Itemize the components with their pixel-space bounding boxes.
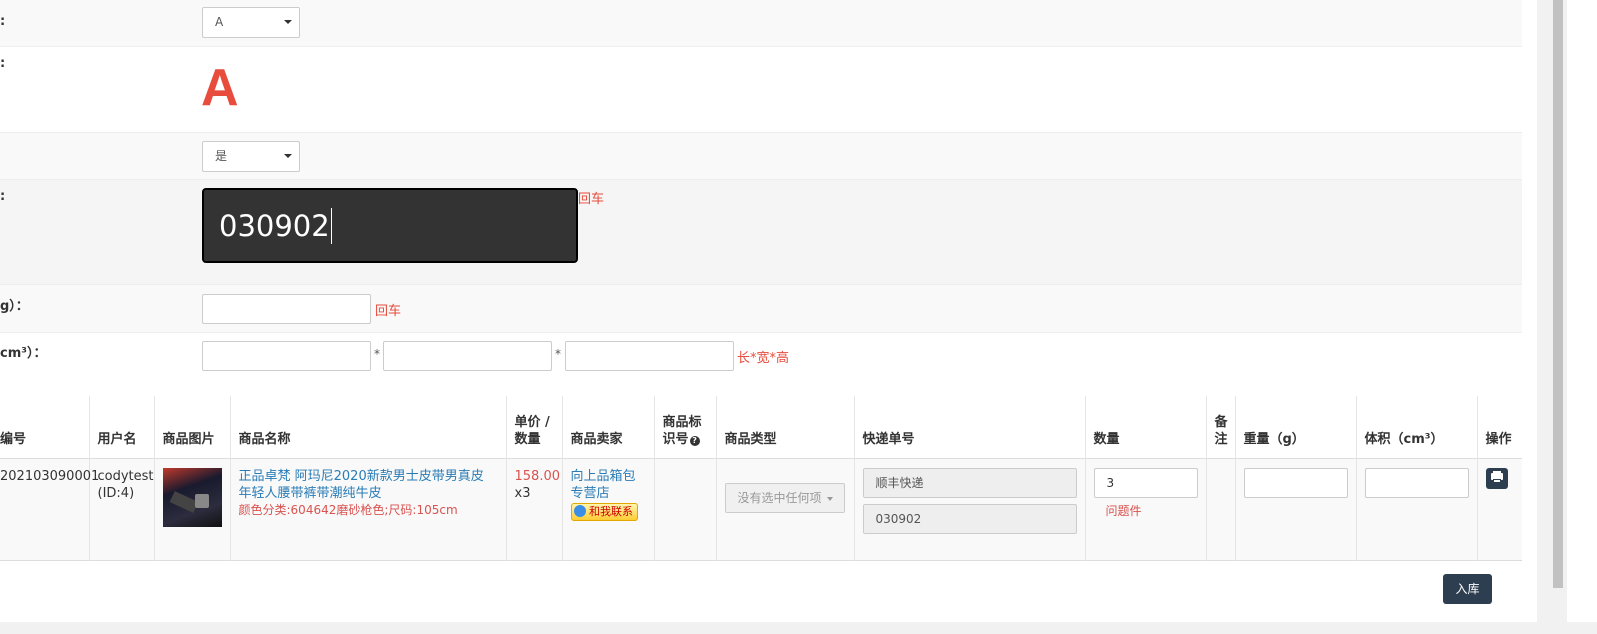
user-id: (ID:4): [97, 486, 135, 501]
price-cell: 158.00 x3: [506, 458, 563, 561]
row4-label: :: [0, 189, 6, 204]
col-count: 数量: [1085, 396, 1207, 459]
times-sign: *: [555, 347, 561, 361]
product-type-placeholder: 没有选中任何项: [737, 491, 822, 505]
order-no-cell: 202103090001: [0, 458, 99, 561]
caret-down-icon: [826, 497, 833, 501]
quantity: x3: [514, 486, 531, 501]
weight-enter-hint: 回车: [375, 304, 402, 319]
user-cell: codytest (ID:4): [89, 458, 155, 561]
col-product-type: 商品类型: [716, 396, 855, 459]
contact-seller-label: 和我联系: [589, 505, 633, 518]
product-spec: 颜色分类:604642磨砂枪色;尺码:105cm: [238, 503, 458, 517]
volume-label: cm³）：: [0, 346, 47, 361]
unit-price: 158.00: [514, 469, 561, 484]
col-user: 用户名: [89, 396, 155, 459]
weight-input[interactable]: [202, 294, 371, 324]
length-input[interactable]: [202, 341, 371, 371]
col-volume: 体积（cm³）: [1356, 396, 1478, 459]
product-table: 编号 用户名 商品图片 商品名称 单价 / 数量 商品卖家 商品标识号? 商品类…: [0, 396, 1522, 561]
dimension-hint: 长*宽*高: [737, 351, 790, 366]
scrollbar-thumb[interactable]: [1553, 0, 1563, 588]
row1-label: :: [0, 14, 6, 29]
table-row: 202103090001 codytest (ID:4) 正品卓梵 阿玛尼202…: [0, 458, 1522, 561]
courier-field: 顺丰快递: [862, 468, 1077, 498]
width-input[interactable]: [383, 341, 552, 371]
col-tracking: 快递单号: [854, 396, 1086, 459]
count-input[interactable]: 3: [1093, 468, 1198, 498]
col-product-id: 商品标识号?: [654, 396, 717, 459]
height-input[interactable]: [565, 341, 734, 371]
product-id-cell: [654, 458, 717, 561]
row3-select-value: 是: [215, 149, 228, 163]
tracking-cell: 顺丰快递 030902: [854, 458, 1086, 561]
row-volume-input[interactable]: [1364, 468, 1469, 498]
print-button[interactable]: [1485, 468, 1508, 489]
row2-label: :: [0, 56, 6, 71]
volume-cell: [1356, 458, 1478, 561]
scan-input[interactable]: 030902: [202, 188, 578, 263]
scan-input-value: 030902: [219, 208, 332, 244]
contact-seller-button[interactable]: 和我联系: [570, 503, 638, 521]
table-header-row: 编号 用户名 商品图片 商品名称 单价 / 数量 商品卖家 商品标识号? 商品类…: [0, 396, 1522, 459]
big-letter-display: A: [201, 59, 239, 117]
col-price-qty: 单价 / 数量: [506, 396, 563, 459]
col-image: 商品图片: [154, 396, 231, 459]
product-name-cell: 正品卓梵 阿玛尼2020新款男士皮带男真皮 年轻人腰带裤带潮纯牛皮 颜色分类:6…: [230, 458, 507, 561]
image-cell: [154, 458, 231, 561]
chevron-down-icon: [284, 154, 292, 158]
weight-label: g）：: [0, 299, 29, 314]
seller-cell: 向上品箱包专营店 和我联系: [562, 458, 655, 561]
problem-item-link[interactable]: 问题件: [1106, 503, 1198, 520]
chat-icon: [573, 505, 586, 517]
count-cell: 3 问题件: [1085, 458, 1207, 561]
col-actions: 操作: [1485, 432, 1512, 447]
weight-cell: [1235, 458, 1357, 561]
horizontal-scrollbar[interactable]: [0, 622, 1597, 634]
row1-select-value: A: [215, 15, 224, 29]
scan-enter-hint: 回车: [578, 192, 605, 207]
tracking-field: 030902: [862, 504, 1077, 534]
user-name: codytest: [97, 469, 154, 484]
product-type-select[interactable]: 没有选中任何项: [724, 483, 845, 513]
question-circle-icon: ?: [689, 436, 700, 446]
remark-cell: [1206, 458, 1236, 561]
count-input-value: 3: [1106, 476, 1115, 490]
col-remark: 备注: [1206, 396, 1236, 459]
stock-in-button[interactable]: 入库: [1443, 574, 1492, 604]
col-seller: 商品卖家: [562, 396, 655, 459]
row-weight-input[interactable]: [1243, 468, 1348, 498]
chevron-down-icon: [284, 20, 292, 24]
product-name-link[interactable]: 正品卓梵 阿玛尼2020新款男士皮带男真皮 年轻人腰带裤带潮纯牛皮: [239, 468, 498, 502]
times-sign: *: [374, 347, 380, 361]
product-thumbnail[interactable]: [162, 468, 222, 527]
col-weight: 重量（g）: [1235, 396, 1357, 459]
actions-cell: [1477, 459, 1522, 561]
col-product-name: 商品名称: [230, 396, 507, 459]
product-type-cell: 没有选中任何项: [716, 458, 855, 561]
seller-link[interactable]: 向上品箱包专营店: [571, 468, 646, 502]
row1-select[interactable]: A: [202, 7, 300, 38]
col-order-no: 编号: [0, 396, 90, 459]
row3-select[interactable]: 是: [202, 141, 300, 172]
